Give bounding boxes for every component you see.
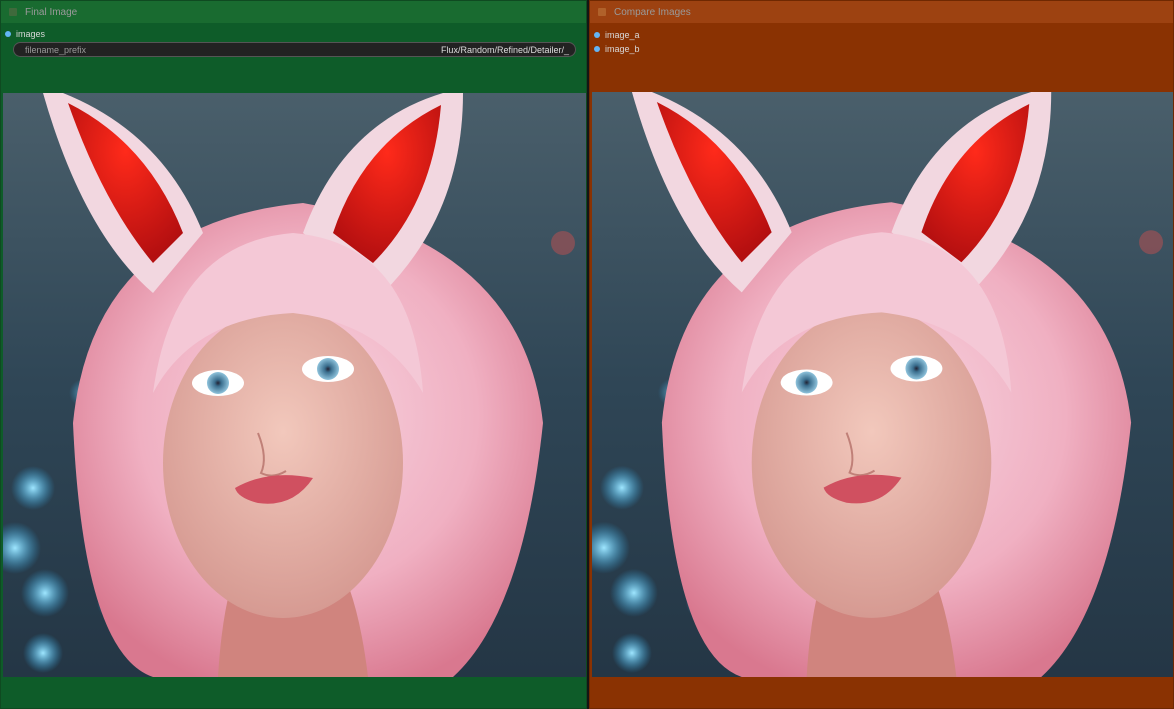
portrait-image-icon [592, 92, 1173, 677]
collapse-icon[interactable] [598, 8, 606, 16]
portrait-image-icon [3, 93, 586, 677]
widget-name: filename_prefix [25, 44, 87, 55]
preview-image [3, 93, 586, 677]
node-title: Compare Images [614, 6, 691, 18]
compare-preview-image[interactable] [592, 92, 1173, 677]
widget-value: Flux/Random/Refined/Detailer/_ [440, 44, 569, 55]
compare-images-titlebar[interactable]: Compare Images [590, 1, 1173, 23]
node-title: Final Image [25, 6, 78, 18]
slot-label: image_b [605, 44, 640, 54]
slot-connector-icon[interactable] [5, 31, 11, 37]
input-slot-image-b[interactable]: image_b [594, 43, 640, 55]
collapse-icon[interactable] [9, 8, 17, 16]
compare-images-node[interactable]: Compare Images image_a image_b [589, 0, 1174, 709]
input-slot-images[interactable]: images [5, 28, 45, 40]
final-image-node[interactable]: Final Image images filename_prefix Flux/… [0, 0, 587, 709]
slot-connector-icon[interactable] [594, 46, 600, 52]
slot-connector-icon[interactable] [594, 32, 600, 38]
filename-prefix-field[interactable]: filename_prefix Flux/Random/Refined/Deta… [13, 42, 576, 57]
input-slot-image-a[interactable]: image_a [594, 29, 640, 41]
slot-label: image_a [605, 30, 640, 40]
final-image-titlebar[interactable]: Final Image [1, 1, 586, 23]
slot-label: images [16, 29, 46, 39]
